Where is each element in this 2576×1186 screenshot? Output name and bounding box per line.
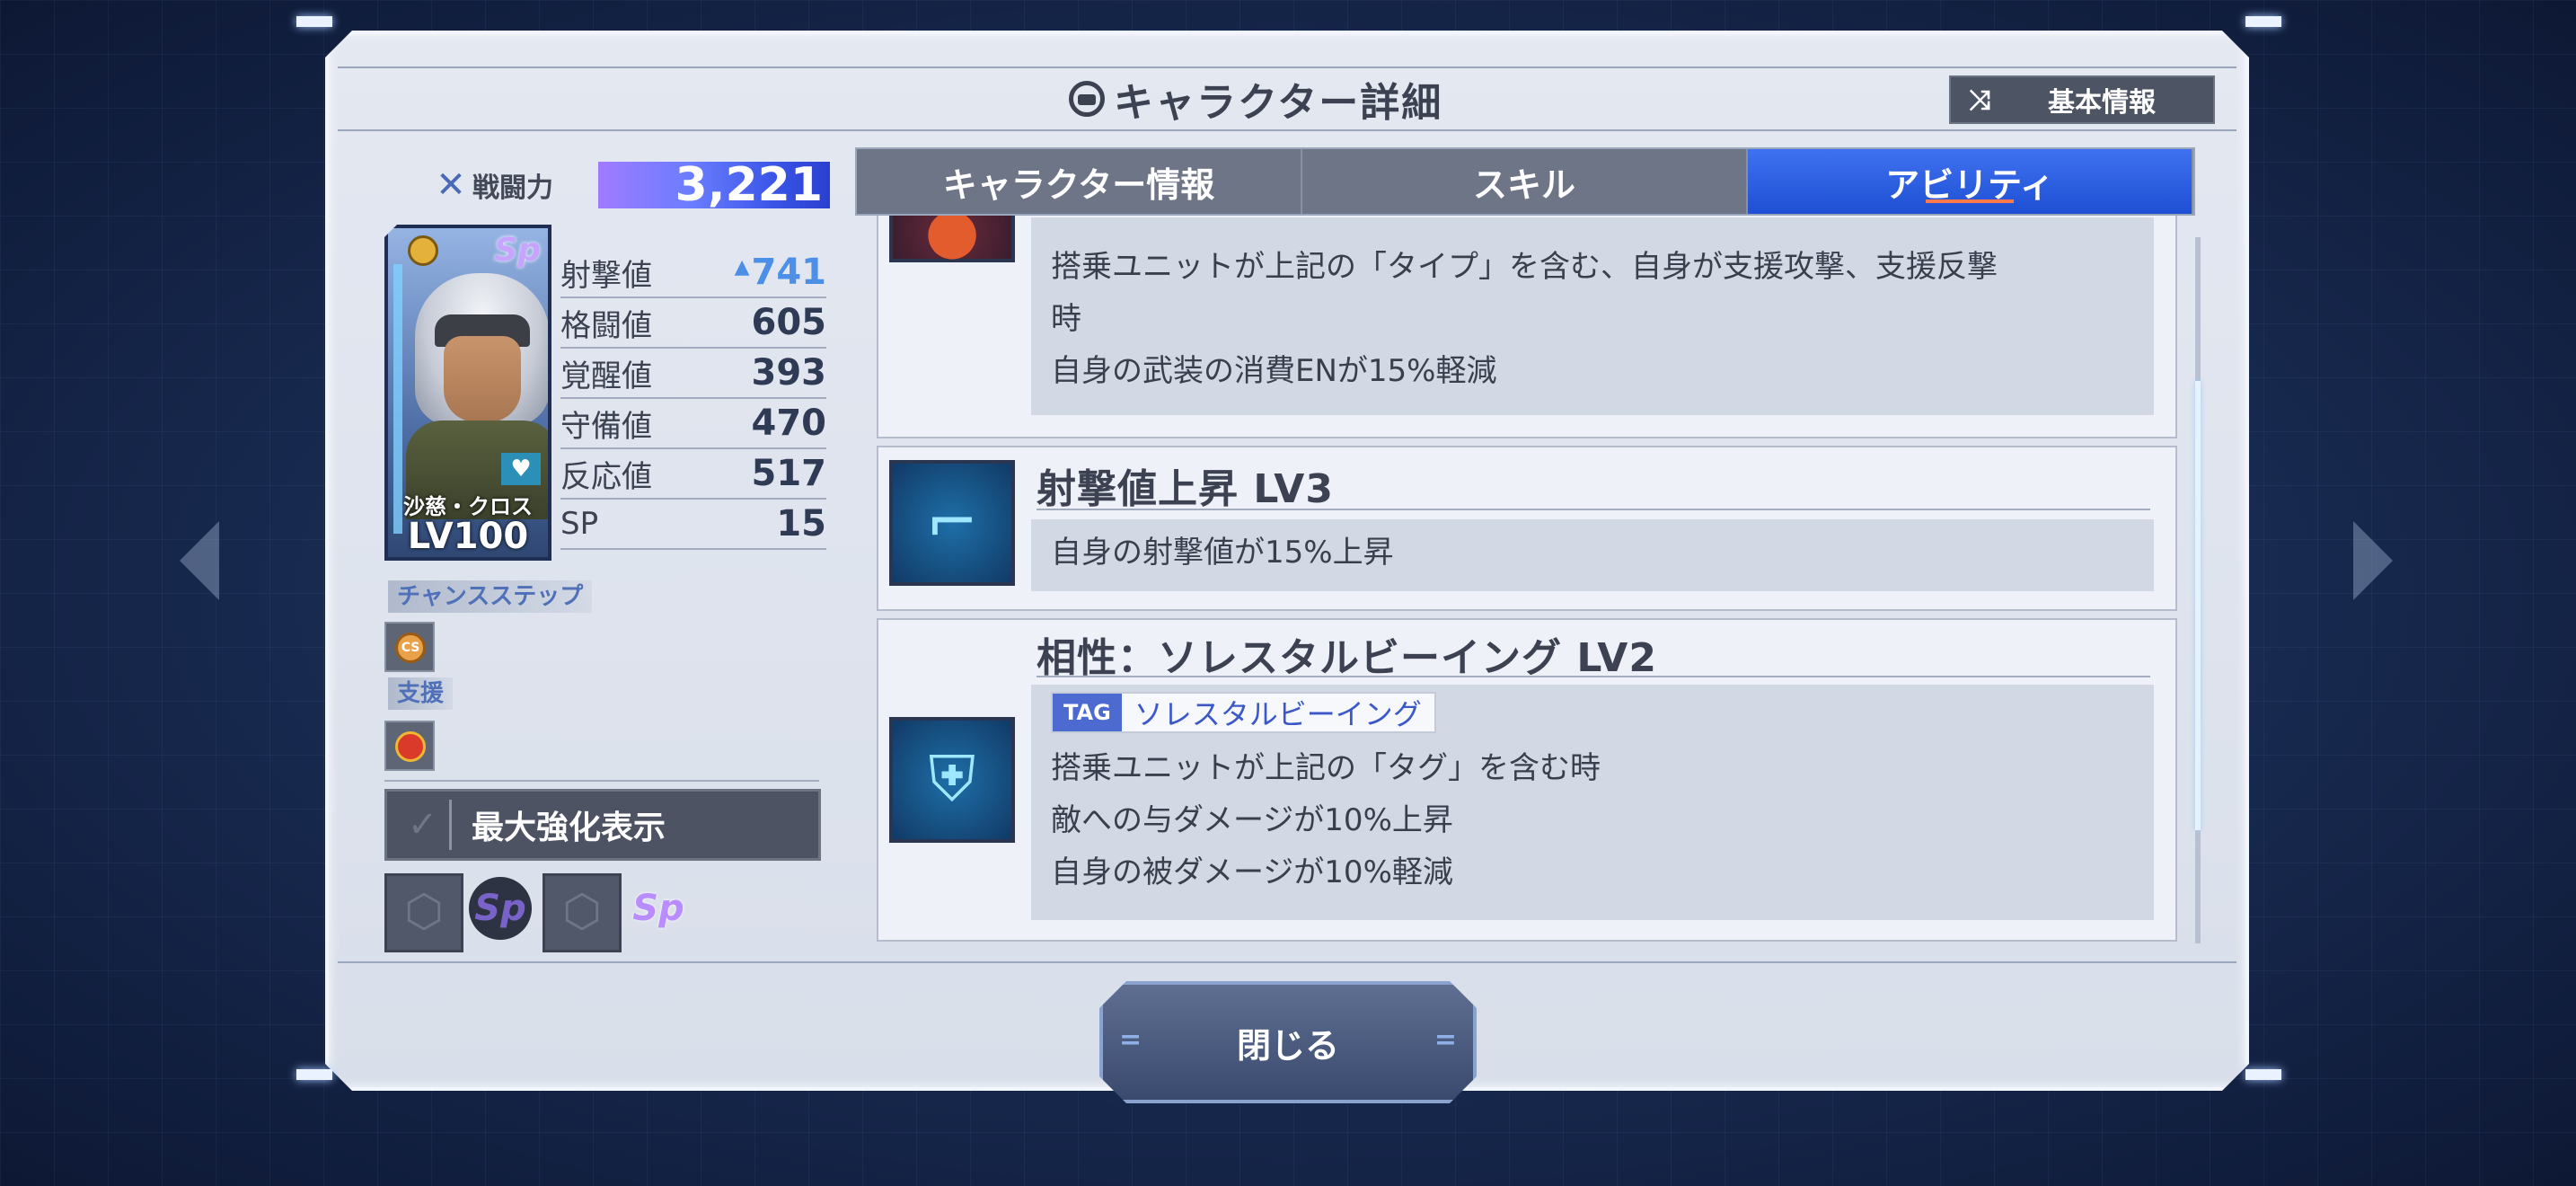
stat-label: SP [560, 506, 599, 542]
ability-description: TAG ソレスタルビーイング 搭乗ユニットが上記の「タグ」を含む時 敵への与ダメ… [1031, 685, 2154, 920]
next-character-arrow-icon[interactable] [2353, 521, 2393, 600]
ability-desc-line: 搭乗ユニットが上記の「タグ」を含む時 [1051, 750, 1601, 786]
stat-row-awakening: 覚醒値 393 [560, 349, 826, 399]
ability-title-underline [1037, 676, 2150, 677]
scrollbar-thumb[interactable] [2195, 381, 2201, 830]
chance-step-label: チャンスステップ [388, 580, 593, 613]
tab-skill[interactable]: スキル [1302, 149, 1748, 214]
ability-desc-line: 時 [1051, 301, 1081, 337]
checkbox-icon[interactable]: ✓ [396, 800, 452, 850]
stat-row-sp: SP 15 [560, 500, 826, 550]
page-title-text: キャラクター詳細 [1114, 80, 1443, 126]
tag-key: TAG [1053, 694, 1122, 731]
rank-badge-icon [408, 235, 438, 266]
bottom-divider [338, 961, 2236, 963]
sp-badge: Sp [494, 232, 541, 269]
max-enhance-toggle[interactable]: ✓ 最大強化表示 [384, 789, 821, 861]
divider [384, 780, 819, 782]
support-icon [395, 731, 426, 762]
frame-corner-decoration [2245, 16, 2281, 27]
chance-step-slot[interactable]: CS [384, 622, 435, 672]
stat-value: 605 [751, 302, 827, 343]
ability-desc-line: 自身の武装の消費ENが15%軽減 [1051, 353, 1497, 389]
stat-label: 覚醒値 [560, 358, 652, 394]
ability-item: ⌐ 射撃値上昇 LV3 自身の射撃値が15%上昇 [877, 446, 2177, 611]
ability-description: 搭乗ユニットが上記の「タイプ」を含む、自身が支援攻撃、支援反撃 時 自身の武装の… [1031, 217, 2154, 415]
close-button-label: 閉じる [1236, 1025, 1339, 1066]
stat-value: 741 [735, 252, 827, 293]
stat-label: 格闘値 [560, 307, 652, 344]
heart-icon: ♥ [501, 453, 541, 485]
stat-label: 射撃値 [560, 257, 652, 294]
basic-info-button[interactable]: ⤨ 基本情報 [1949, 75, 2215, 124]
stat-row-reaction: 反応値 517 [560, 449, 826, 500]
ability-title: 射撃値上昇 LV3 [1037, 466, 1334, 512]
tag-value: ソレスタルビーイング [1134, 697, 1422, 731]
character-level: LV100 [407, 516, 529, 557]
stat-row-melee: 格闘値 605 [560, 298, 826, 349]
page-title: キャラクター詳細 [1069, 66, 1442, 131]
ability-desc-line: 自身の被ダメージが10%軽減 [1051, 854, 1453, 890]
combat-power-value: 3,221 [598, 158, 830, 212]
ability-desc-line: 敵への与ダメージが10%上昇 [1051, 802, 1453, 838]
basic-info-label: 基本情報 [2048, 87, 2156, 119]
sp-light-icon: Sp [632, 888, 684, 929]
stat-value: 15 [776, 503, 826, 544]
stat-value: 393 [751, 352, 827, 394]
character-icon [1069, 81, 1105, 117]
cs-icon: CS [395, 633, 426, 663]
frame-corner-decoration [296, 16, 332, 27]
support-slot[interactable] [384, 721, 435, 771]
stats-list: 射撃値 741 格闘値 605 覚醒値 393 守備値 470 反応値 517 … [560, 248, 826, 550]
support-label: 支援 [388, 677, 454, 710]
team-affinity-icon: ⛨ [889, 717, 1015, 843]
ability-description: 自身の射撃値が15%上昇 [1031, 519, 2154, 591]
prev-character-arrow-icon[interactable] [180, 521, 219, 600]
ability-title: 相性：ソレスタルビーイング LV2 [1037, 635, 1657, 681]
ability-icon: ● [889, 216, 1015, 262]
frame-corner-decoration [296, 1069, 332, 1080]
character-card[interactable]: Sp ♥ 沙慈・クロス LV100 [384, 225, 551, 561]
shuffle-icon: ⤨ [1969, 84, 1990, 116]
ability-list[interactable]: ● 搭乗ユニットが上記の「タイプ」を含む、自身が支援攻撃、支援反撃 時 自身の武… [877, 216, 2184, 942]
equipment-slot[interactable] [384, 873, 463, 952]
close-button[interactable]: 閉じる [1099, 981, 1477, 1103]
equipment-slot[interactable] [543, 873, 622, 952]
ability-desc-line: 搭乗ユニットが上記の「タイプ」を含む、自身が支援攻撃、支援反撃 [1051, 249, 1998, 285]
tab-character-info[interactable]: キャラクター情報 [857, 149, 1302, 214]
tab-bar: キャラクター情報 スキル アビリティ [855, 147, 2195, 216]
tab-ability[interactable]: アビリティ [1748, 149, 2193, 214]
stat-row-shooting: 射撃値 741 [560, 248, 826, 298]
ability-desc-line: 自身の射撃値が15%上昇 [1051, 535, 1394, 571]
max-enhance-label: 最大強化表示 [472, 810, 666, 846]
character-face [444, 336, 521, 422]
combat-power-row: ✕ 戦闘力 3,221 [429, 158, 830, 212]
ability-item: ⛨ 相性：ソレスタルビーイング LV2 TAG ソレスタルビーイング 搭乗ユニッ… [877, 618, 2177, 942]
stat-value: 470 [751, 403, 827, 444]
tag-chip: TAG ソレスタルビーイング [1051, 692, 1436, 733]
rifle-icon: ⌐ [889, 460, 1015, 586]
stat-label: 反応値 [560, 458, 652, 495]
stat-row-defense: 守備値 470 [560, 399, 826, 449]
sp-dark-icon: Sp [469, 877, 532, 940]
crossed-swords-icon: ✕ [436, 164, 466, 206]
stat-value: 517 [751, 453, 827, 494]
frame-corner-decoration [2245, 1069, 2281, 1080]
ability-item: ● 搭乗ユニットが上記の「タイプ」を含む、自身が支援攻撃、支援反撃 時 自身の武… [877, 216, 2177, 438]
combat-power-label: 戦闘力 [472, 173, 553, 204]
ability-title-underline [1037, 509, 2150, 510]
stat-label: 守備値 [560, 408, 652, 445]
